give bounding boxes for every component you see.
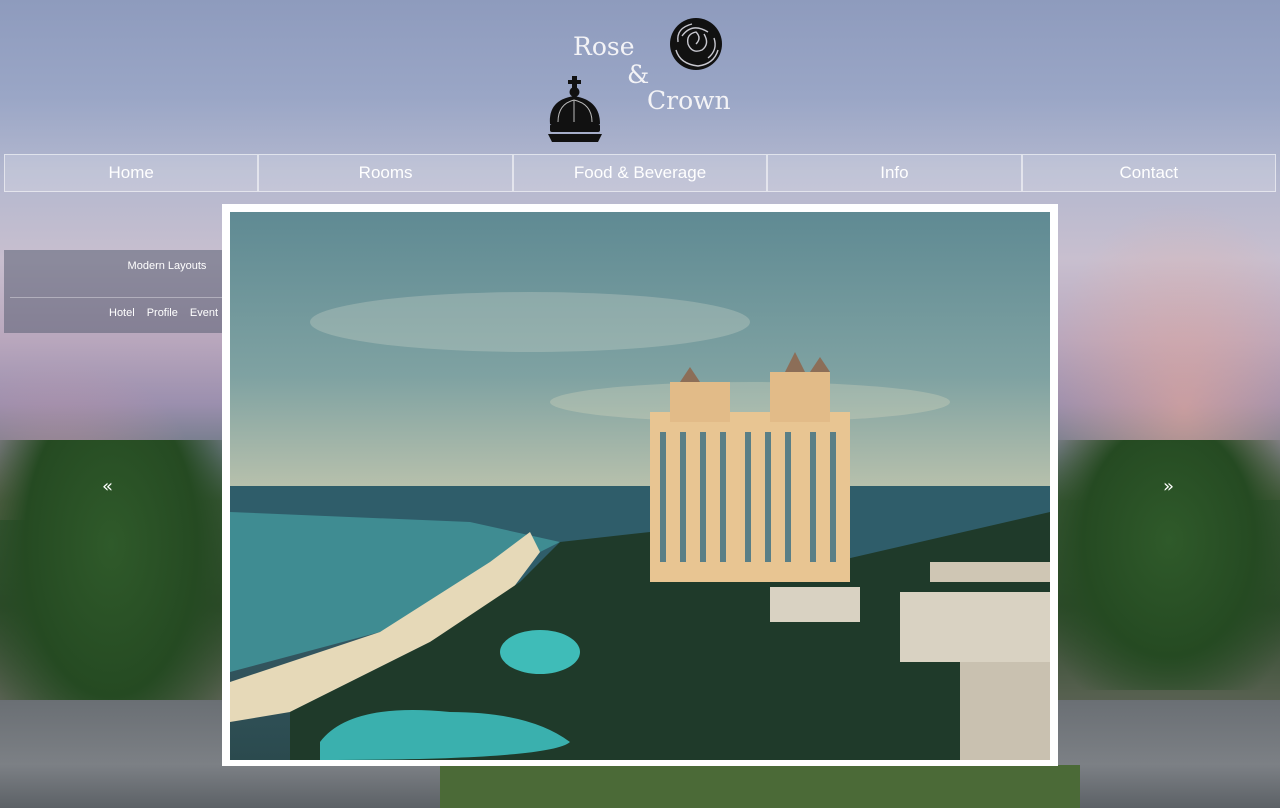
layout-link-profile[interactable]: Profile xyxy=(147,307,178,319)
logo-word-rose: Rose xyxy=(573,32,635,61)
layouts-panel-links: Hotel Profile Event xyxy=(109,307,218,319)
carousel-frame xyxy=(222,204,1058,766)
background-lawn xyxy=(440,765,1080,808)
double-chevron-right-icon[interactable]: » xyxy=(1163,476,1174,497)
logo-ampersand: & xyxy=(627,60,650,89)
double-chevron-left-icon[interactable]: « xyxy=(102,476,113,497)
main-nav: Home Rooms Food & Beverage Info Contact xyxy=(4,154,1277,192)
resort-photo-illustration xyxy=(230,292,1050,760)
nav-rooms[interactable]: Rooms xyxy=(258,154,513,192)
logo-word-crown: Crown xyxy=(647,86,731,115)
layout-link-hotel[interactable]: Hotel xyxy=(109,307,135,319)
rose-icon xyxy=(670,18,722,70)
nav-food-beverage[interactable]: Food & Beverage xyxy=(512,154,768,192)
resort-hotel-beach-photo xyxy=(230,212,1050,760)
crown-icon xyxy=(548,76,602,142)
nav-contact[interactable]: Contact xyxy=(1021,154,1277,192)
site-logo[interactable]: Rose & Crown xyxy=(540,10,740,150)
layout-link-event[interactable]: Event xyxy=(190,307,218,319)
nav-info[interactable]: Info xyxy=(767,154,1022,192)
nav-home[interactable]: Home xyxy=(4,154,259,192)
